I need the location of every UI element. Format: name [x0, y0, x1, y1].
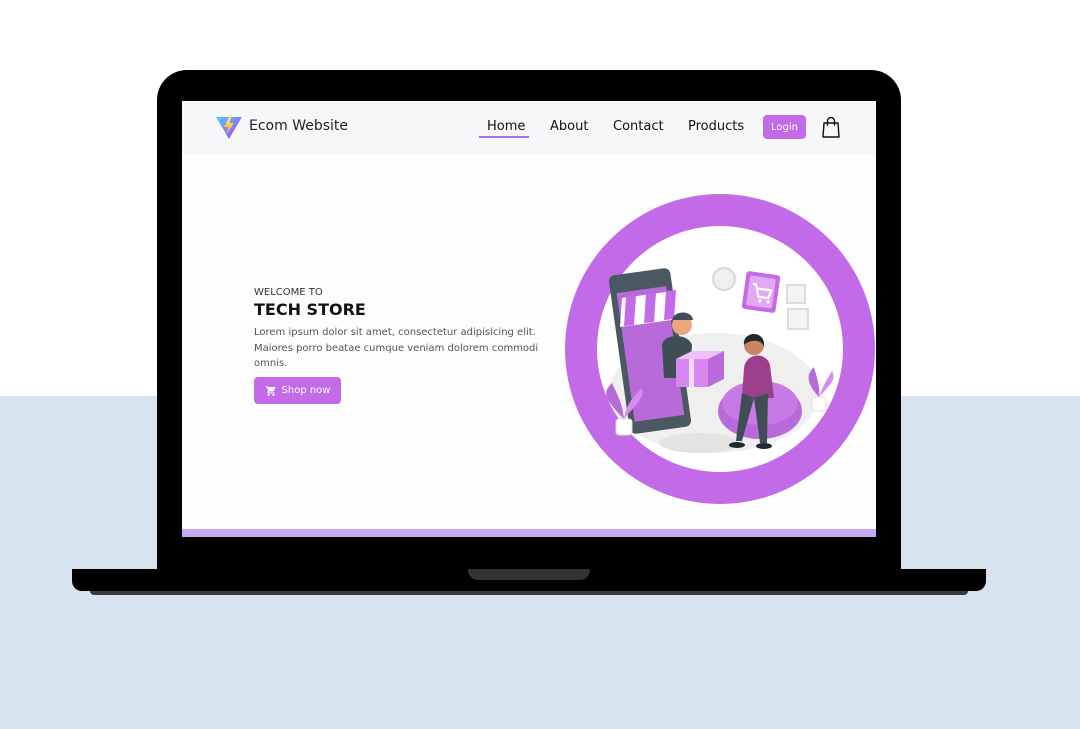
nav-link-home[interactable]: Home — [487, 119, 525, 134]
login-button[interactable]: Login — [763, 115, 806, 139]
laptop-notch — [468, 569, 590, 580]
vite-logo-icon — [216, 115, 242, 139]
nav-link-about[interactable]: About — [550, 119, 588, 134]
laptop-screen: Ecom Website Home About Contact Products… — [182, 101, 876, 537]
nav-link-products[interactable]: Products — [688, 119, 744, 134]
hero-description: Lorem ipsum dolor sit amet, consectetur … — [254, 327, 539, 369]
hero-title: TECH STORE — [254, 300, 366, 319]
shop-now-label: Shop now — [281, 385, 331, 396]
welcome-text: WELCOME TO — [254, 287, 323, 298]
store-illustration — [565, 194, 875, 504]
footer-strip — [182, 529, 876, 537]
laptop-base-shadow — [90, 591, 968, 595]
brand-name[interactable]: Ecom Website — [249, 118, 348, 134]
shop-now-button[interactable]: Shop now — [254, 377, 341, 404]
shopping-bag-icon[interactable] — [822, 116, 840, 138]
cart-icon — [265, 385, 276, 396]
navbar: Ecom Website Home About Contact Products… — [182, 101, 876, 154]
nav-link-contact[interactable]: Contact — [613, 119, 664, 134]
active-nav-underline — [479, 136, 529, 138]
